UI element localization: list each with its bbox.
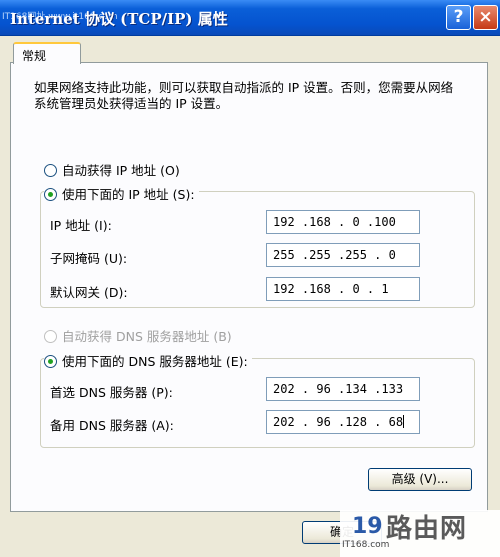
alternate-dns-field[interactable]: 202 . 96 .128 . 68: [266, 410, 420, 434]
radio-checked-icon[interactable]: [44, 188, 57, 201]
subnet-mask-field[interactable]: 255 .255 .255 . 0: [266, 243, 420, 267]
watermark-url: IT168.com: [342, 540, 390, 550]
title-bar[interactable]: IT168网址 www.it168.com Internet 协议 (TCP/I…: [0, 0, 500, 36]
ip-address-field[interactable]: 192 .168 . 0 .100: [266, 210, 420, 234]
dns-group-box: [40, 358, 475, 448]
default-gateway-field[interactable]: 192 .168 . 0 . 1: [266, 277, 420, 301]
dns-auto-label: 自动获得 DNS 服务器地址 (B): [62, 329, 232, 344]
radio-checked-icon[interactable]: [44, 355, 57, 368]
ip-manual-option[interactable]: 使用下面的 IP 地址 (S):: [44, 184, 199, 203]
close-button[interactable]: ×: [473, 5, 498, 30]
watermark-brand: 路由网: [386, 514, 468, 544]
preferred-dns-field[interactable]: 202 . 96 .134 .133: [266, 377, 420, 401]
ip-auto-label: 自动获得 IP 地址 (O): [62, 163, 180, 178]
radio-disabled-icon[interactable]: [44, 330, 57, 343]
tab-general[interactable]: 常规: [13, 42, 81, 64]
dns-auto-option[interactable]: 自动获得 DNS 服务器地址 (B): [44, 326, 232, 345]
radio-icon[interactable]: [44, 164, 57, 177]
default-gateway-label: 默认网关 (D):: [50, 285, 128, 300]
text-caret: [403, 415, 405, 428]
dns-manual-label: 使用下面的 DNS 服务器地址 (E):: [62, 354, 248, 369]
dns-manual-option[interactable]: 使用下面的 DNS 服务器地址 (E):: [44, 351, 252, 370]
subnet-mask-label: 子网掩码 (U):: [50, 251, 128, 266]
alternate-dns-label: 备用 DNS 服务器 (A):: [50, 418, 174, 433]
ip-manual-label: 使用下面的 IP 地址 (S):: [62, 187, 195, 202]
help-button[interactable]: ?: [446, 5, 471, 30]
ip-auto-option[interactable]: 自动获得 IP 地址 (O): [44, 160, 180, 179]
advanced-button[interactable]: 高级 (V)...: [368, 468, 472, 491]
ip-address-label: IP 地址 (I):: [50, 218, 112, 233]
alternate-dns-value: 202 . 96 .128 . 68: [273, 415, 404, 429]
preferred-dns-label: 首选 DNS 服务器 (P):: [50, 385, 173, 400]
watermark-logo: 19: [352, 514, 383, 539]
description-text: 如果网络支持此功能，则可以获取自动指派的 IP 设置。否则，您需要从网络系统管理…: [34, 80, 454, 111]
window-title: Internet 协议 (TCP/IP) 属性: [10, 10, 228, 28]
